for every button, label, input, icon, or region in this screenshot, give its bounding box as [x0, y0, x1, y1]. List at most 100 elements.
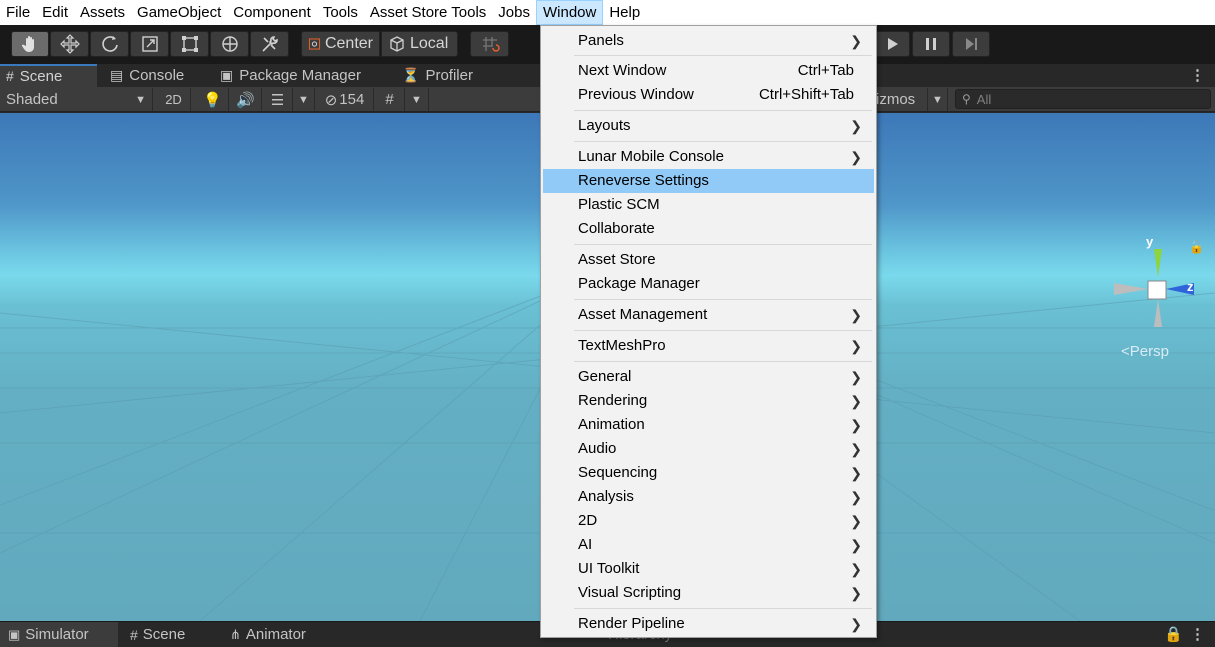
y-axis-cone[interactable] — [1154, 249, 1162, 277]
rect-tool-button[interactable] — [170, 31, 209, 57]
neg-x-axis-cone[interactable] — [1114, 283, 1148, 295]
rect-transform-icon — [181, 36, 198, 52]
cube-icon — [390, 36, 404, 52]
menu-separator — [574, 141, 872, 142]
tab-animator[interactable]: ⋔ Animator — [222, 622, 332, 647]
custom-tools-button[interactable] — [250, 31, 289, 57]
menu-item-asset-management[interactable]: Asset Management ❯ — [543, 303, 874, 327]
menu-item-package-manager[interactable]: Package Manager — [543, 272, 874, 296]
tab-console[interactable]: ▤ Console — [104, 64, 214, 87]
package-icon: ▣ — [220, 67, 234, 83]
menu-item-animation[interactable]: Animation ❯ — [543, 413, 874, 437]
menu-separator — [574, 361, 872, 362]
menu-item-ai[interactable]: AI ❯ — [543, 533, 874, 557]
lighting-toggle[interactable]: 💡 — [197, 88, 229, 111]
menu-item-analysis[interactable]: Analysis ❯ — [543, 485, 874, 509]
menu-file[interactable]: File — [0, 0, 36, 25]
transform-tool-button[interactable] — [210, 31, 249, 57]
menu-asset-store-tools[interactable]: Asset Store Tools — [364, 0, 492, 25]
menu-item-panels[interactable]: Panels ❯ — [543, 29, 874, 53]
gizmos-dropdown[interactable]: ▼ — [928, 88, 948, 111]
menu-item-2d[interactable]: 2D ❯ — [543, 509, 874, 533]
menu-item-next-window[interactable]: Next Window Ctrl+Tab — [543, 59, 874, 83]
simulator-icon: ▣ — [8, 627, 21, 642]
menu-item-label: Rendering — [578, 392, 648, 409]
play-button[interactable] — [874, 31, 910, 57]
menu-item-visual-scripting[interactable]: Visual Scripting ❯ — [543, 581, 874, 605]
menu-item-layouts[interactable]: Layouts ❯ — [543, 114, 874, 138]
pause-icon — [926, 38, 936, 50]
menu-item-sequencing[interactable]: Sequencing ❯ — [543, 461, 874, 485]
menu-tools[interactable]: Tools — [317, 0, 364, 25]
pivot-local-label: Local — [410, 35, 449, 52]
menu-item-label: Layouts — [578, 117, 631, 134]
rotate-tool-button[interactable] — [90, 31, 129, 57]
pivot-center-toggle[interactable]: Center — [301, 31, 380, 57]
menu-help[interactable]: Help — [603, 0, 646, 25]
menu-item-reneverse-settings[interactable]: Reneverse Settings — [543, 169, 874, 193]
menu-item-label: Panels — [578, 32, 624, 49]
gizmos-toggle[interactable]: izmos — [868, 88, 928, 111]
grid-snap-icon — [482, 37, 500, 52]
menu-item-textmeshpro[interactable]: TextMeshPro ❯ — [543, 334, 874, 358]
menu-item-previous-window[interactable]: Previous Window Ctrl+Shift+Tab — [543, 83, 874, 107]
menu-item-collaborate[interactable]: Collaborate — [543, 217, 874, 241]
more-options-icon[interactable]: ⋮ — [1190, 622, 1210, 647]
projection-toggle[interactable]: <Persp — [1121, 343, 1169, 360]
scene-visibility-toggle[interactable]: ⊘ 154 — [316, 88, 374, 111]
step-icon — [966, 38, 977, 50]
audio-toggle[interactable]: 🔊 — [230, 88, 262, 111]
menu-item-rendering[interactable]: Rendering ❯ — [543, 389, 874, 413]
scale-tool-button[interactable] — [130, 31, 169, 57]
menu-item-audio[interactable]: Audio ❯ — [543, 437, 874, 461]
tab-scene[interactable]: # Scene — [0, 64, 97, 87]
hierarchy-search-input[interactable]: ⚲ All — [955, 89, 1211, 109]
step-button[interactable] — [952, 31, 990, 57]
grid-toggle[interactable]: # — [375, 88, 405, 111]
menu-item-label: Plastic SCM — [578, 196, 660, 213]
effects-toggle[interactable]: ☰ — [263, 88, 293, 111]
menu-window[interactable]: Window — [535, 0, 604, 25]
grid-snap-button[interactable] — [470, 31, 509, 57]
center-cube[interactable] — [1147, 280, 1167, 300]
menu-item-general[interactable]: General ❯ — [543, 365, 874, 389]
shortcut-label: Ctrl+Tab — [797, 62, 854, 79]
tab-console-label: Console — [129, 67, 185, 84]
menu-gameobject[interactable]: GameObject — [131, 0, 227, 25]
shading-mode-dropdown[interactable]: Shaded ▼ — [0, 88, 153, 111]
tab-animator-label: Animator — [245, 626, 306, 643]
chevron-right-icon: ❯ — [850, 338, 862, 354]
menu-item-lunar-mobile-console[interactable]: Lunar Mobile Console ❯ — [543, 145, 874, 169]
menu-item-ui-toolkit[interactable]: UI Toolkit ❯ — [543, 557, 874, 581]
move-tool-button[interactable] — [50, 31, 89, 57]
menu-edit[interactable]: Edit — [36, 0, 74, 25]
tab-simulator[interactable]: ▣ Simulator — [0, 622, 118, 647]
chevron-right-icon: ❯ — [850, 513, 862, 529]
tab-profiler[interactable]: ⏳ Profiler — [396, 64, 536, 87]
effects-dropdown[interactable]: ▼ — [293, 88, 315, 111]
pause-button[interactable] — [912, 31, 950, 57]
tab-package-manager[interactable]: ▣ Package Manager — [214, 64, 394, 87]
menu-component[interactable]: Component — [227, 0, 317, 25]
chevron-down-icon: ▼ — [932, 93, 943, 106]
lock-icon[interactable]: 🔒 — [1164, 622, 1184, 647]
menu-item-label: AI — [578, 536, 593, 553]
menu-item-plastic-scm[interactable]: Plastic SCM — [543, 193, 874, 217]
menu-assets[interactable]: Assets — [74, 0, 131, 25]
grid-dropdown[interactable]: ▼ — [405, 88, 429, 111]
grid-icon: # — [6, 68, 14, 84]
neg-y-axis-cone[interactable] — [1154, 299, 1162, 327]
pivot-local-toggle[interactable]: Local — [381, 31, 458, 57]
tab-scene-label: Scene — [19, 68, 63, 85]
menu-item-render-pipeline[interactable]: Render Pipeline ❯ — [543, 612, 874, 636]
rotate-icon — [101, 36, 118, 52]
menu-separator — [574, 608, 872, 609]
more-options-icon[interactable]: ⋮ — [1190, 66, 1205, 84]
y-axis-label: y — [1146, 234, 1154, 249]
chevron-right-icon: ❯ — [850, 441, 862, 457]
menu-item-asset-store[interactable]: Asset Store — [543, 248, 874, 272]
toggle-2d-button[interactable]: 2D — [157, 88, 191, 111]
hand-tool-button[interactable] — [11, 31, 49, 57]
menu-jobs[interactable]: Jobs — [492, 0, 536, 25]
tab-scene-bottom[interactable]: # Scene — [122, 622, 214, 647]
